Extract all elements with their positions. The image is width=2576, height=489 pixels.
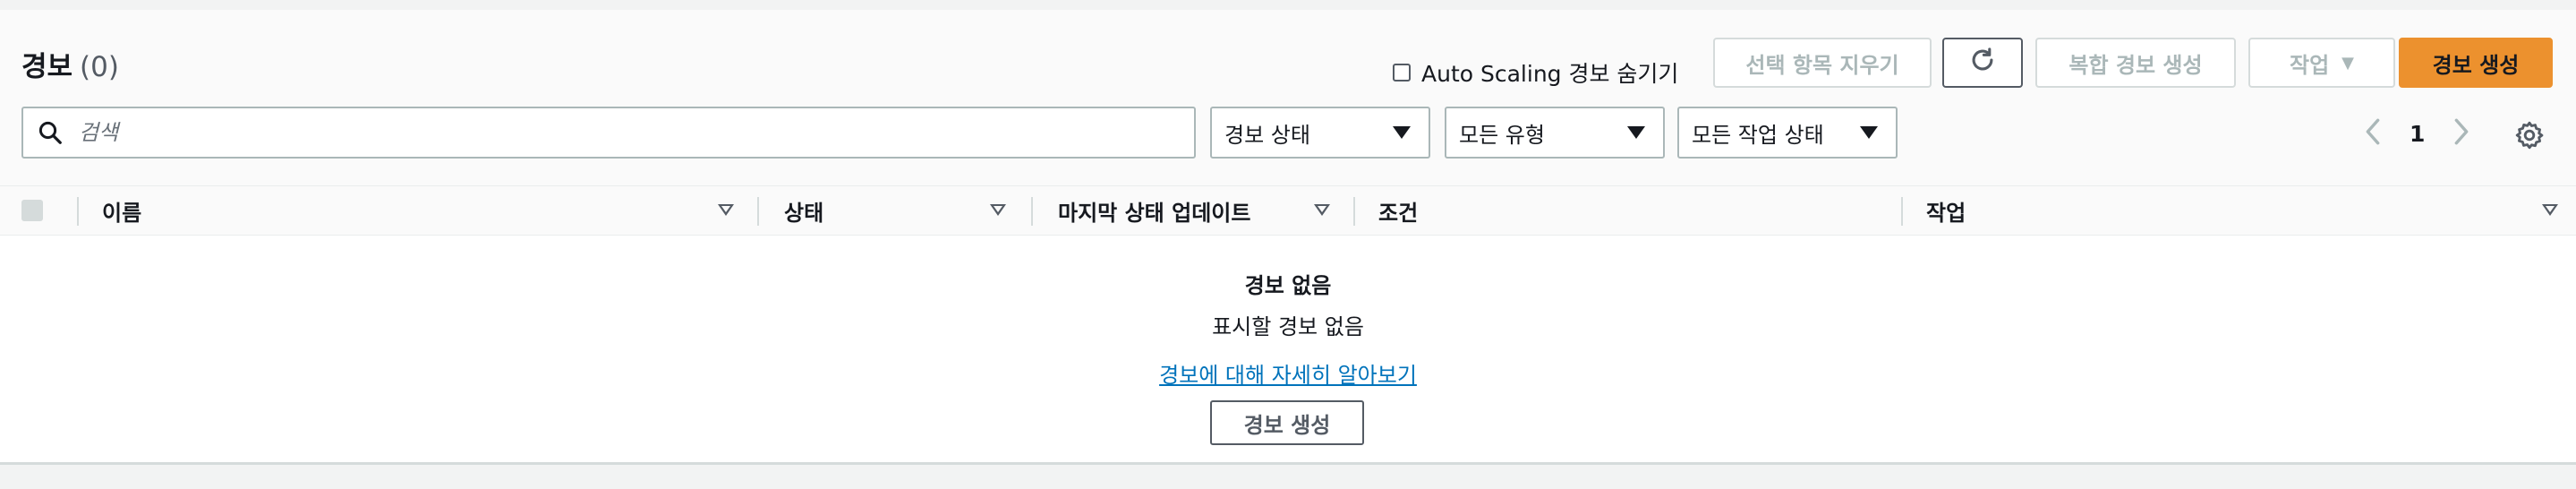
empty-state-title: 경보 없음 [1244,273,1332,298]
alarm-count: (0) [80,51,119,83]
actions-label: 작업 [2289,52,2330,78]
actions-dropdown-button[interactable]: 작업 ▼ [2248,38,2395,88]
search-field[interactable] [21,107,1196,159]
empty-create-label: 경보 생성 [1243,412,1331,438]
search-input[interactable] [77,119,1155,146]
type-select[interactable]: 모든 유형 [1445,107,1665,159]
learn-more-link[interactable]: 경보에 대해 자세히 알아보기 [1159,363,1417,388]
alarm-state-value: 경보 상태 [1224,122,1310,148]
hide-autoscaling-checkbox[interactable] [1393,64,1411,82]
dropdown-arrow-icon [1860,126,1878,139]
column-last-update-label: 마지막 상태 업데이트 [1058,200,1251,226]
pagination: 1 [2363,116,2471,151]
page-title: 경보 (0) [21,44,119,84]
column-state[interactable]: 상태 [784,186,823,235]
top-strip [0,0,2576,10]
hide-autoscaling-toggle[interactable]: Auto Scaling 경보 숨기기 [1393,56,1678,89]
create-composite-alarm-button[interactable]: 복합 경보 생성 [2035,38,2236,88]
column-divider [757,197,759,226]
type-value: 모든 유형 [1459,122,1545,148]
empty-state-subtitle: 표시할 경보 없음 [1212,314,1364,339]
current-page-number[interactable]: 1 [2410,121,2425,147]
column-actions[interactable]: 작업 [1926,186,1966,235]
sort-icon[interactable] [1314,204,1330,216]
column-actions-label: 작업 [1926,200,1966,226]
sort-icon[interactable] [990,204,1006,216]
select-all-checkbox[interactable] [21,200,43,221]
create-composite-label: 복합 경보 생성 [2068,52,2203,78]
clear-selection-label: 선택 항목 지우기 [1745,52,1899,78]
empty-state-link-row: 경보에 대해 자세히 알아보기 [0,357,2576,389]
column-conditions: 조건 [1378,186,1418,235]
title-text: 경보 [21,51,73,83]
dropdown-arrow-icon [1393,126,1411,139]
panel-header: 경보 (0) Auto Scaling 경보 숨기기 선택 항목 지우기 복합 경… [0,10,2576,185]
create-alarm-label: 경보 생성 [2432,52,2520,78]
bottom-strip [0,465,2576,489]
refresh-button[interactable] [1942,38,2023,88]
column-last-state-update[interactable]: 마지막 상태 업데이트 [1058,186,1250,235]
search-icon [23,119,77,146]
action-state-select[interactable]: 모든 작업 상태 [1677,107,1898,159]
sort-icon[interactable] [2542,204,2558,216]
settings-gear-icon[interactable] [2513,119,2546,155]
dropdown-arrow-icon [1627,126,1645,139]
hide-autoscaling-label: Auto Scaling 경보 숨기기 [1421,61,1679,87]
caret-down-icon: ▼ [2341,53,2354,73]
clear-selection-button[interactable]: 선택 항목 지우기 [1713,38,1932,88]
alarms-panel: 경보 (0) Auto Scaling 경보 숨기기 선택 항목 지우기 복합 경… [0,10,2576,465]
action-state-value: 모든 작업 상태 [1692,122,1824,148]
column-name[interactable]: 이름 [102,186,141,235]
sort-icon[interactable] [718,204,734,216]
column-divider [1353,197,1355,226]
alarm-state-select[interactable]: 경보 상태 [1210,107,1430,159]
next-page-icon[interactable] [2452,116,2471,150]
create-alarm-button[interactable]: 경보 생성 [2399,38,2553,88]
column-divider [77,197,79,226]
empty-state-create-alarm-button[interactable]: 경보 생성 [1210,400,1364,445]
column-conditions-label: 조건 [1378,200,1419,226]
column-state-label: 상태 [784,200,824,226]
column-name-label: 이름 [102,200,142,226]
column-divider [1901,197,1903,226]
column-divider [1031,197,1033,226]
table-header: 이름 상태 마지막 상태 업데이트 조건 작업 [0,185,2576,236]
refresh-icon [1967,45,1998,81]
previous-page-icon[interactable] [2363,116,2383,150]
